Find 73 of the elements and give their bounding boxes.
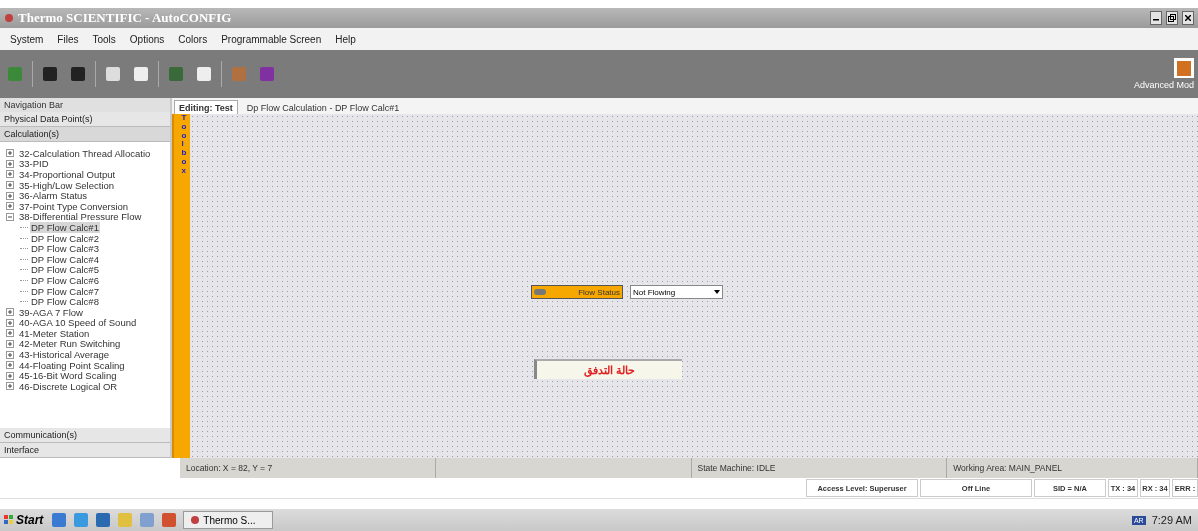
tree-item[interactable]: 39-AGA 7 Flow [18,306,84,318]
dropdown-arrow-icon [714,290,720,294]
tree-item[interactable]: 35-High/Low Selection [18,179,116,191]
close-button[interactable] [1182,11,1194,25]
expand-icon[interactable] [6,382,14,391]
arabic-text: حالة التدفق [583,363,636,377]
expand-icon[interactable] [6,318,14,327]
expand-icon[interactable] [6,361,14,370]
status-label-widget[interactable]: Flow Status [531,285,623,299]
taskbar-button[interactable]: Thermo S... [183,511,274,529]
expand-icon[interactable] [6,159,14,168]
tree-item[interactable]: DP Flow Calc#2 [30,232,100,244]
tree-item[interactable]: 40-AGA 10 Speed of Sound [18,317,138,329]
tree-item[interactable]: DP Flow Calc#1 [30,221,100,233]
tree-item[interactable]: 41-Meter Station [18,327,91,339]
expand-icon[interactable] [6,340,14,348]
tree-item[interactable]: DP Flow Calc#4 [30,253,100,265]
section-header[interactable]: Calculation(s) [0,127,170,142]
tree-item[interactable]: DP Flow Calc#8 [30,296,100,308]
expand-icon[interactable] [6,181,14,190]
status-label-text: Flow Status [578,287,620,297]
collapse-icon[interactable] [6,212,14,221]
section-header[interactable]: Communication(s) [0,428,170,443]
expand-icon[interactable] [6,308,14,317]
editor-tab[interactable]: Dp Flow Calculation - DP Flow Calc#1 [241,100,405,114]
tree-item[interactable]: DP Flow Calc#3 [30,243,100,255]
navigation-title: Navigation Bar [0,98,170,112]
expand-icon[interactable] [6,170,14,179]
tree-item[interactable]: 38-Differential Pressure Flow [18,211,143,223]
tree-item[interactable]: DP Flow Calc#6 [30,274,100,286]
expand-icon[interactable] [6,149,14,158]
editor-tab[interactable]: Editing: Test [174,100,238,114]
tree-item[interactable]: 46-Discrete Logical OR [18,380,119,392]
link-icon [534,289,546,295]
menu-item[interactable]: Files [57,33,79,45]
tree-item[interactable]: 45-16-Bit Word Scaling [18,370,118,382]
status-dropdown[interactable]: Not Flowing [630,285,723,299]
restore-button[interactable] [1166,11,1178,25]
menu-item[interactable]: Options [129,33,165,45]
menu-item[interactable]: Tools [92,33,116,45]
restore-icon [1168,14,1176,22]
clock: 7:29 AM [1151,514,1192,526]
expand-icon[interactable] [6,371,14,380]
tree-item[interactable]: 44-Floating Point Scaling [18,359,126,371]
minimize-button[interactable] [1150,11,1162,25]
text-widget[interactable]: حالة التدفق [534,359,682,379]
windows-logo-icon [4,515,14,525]
tree-item[interactable]: DP Flow Calc#7 [30,285,100,297]
toolbox-strip[interactable]: Toolbox [172,114,190,458]
tree-item[interactable]: 34-Proportional Output [18,169,117,180]
tree-item[interactable]: 33-PID [18,158,50,170]
start-button[interactable]: Start [2,510,46,530]
close-icon [1185,15,1191,21]
expand-icon[interactable] [6,191,14,200]
tree-item[interactable]: 32-Calculation Thread Allocatio [18,147,152,159]
app-logo-icon [4,13,14,23]
tree-item[interactable]: 42-Meter Run Switching [18,338,122,350]
expand-icon[interactable] [6,350,14,359]
mode-label: Advanced Mod [1133,80,1194,90]
tree-item[interactable]: 43-Historical Average [18,349,111,361]
expand-icon[interactable] [6,329,14,338]
app-logo-icon [190,515,201,525]
expand-icon[interactable] [6,202,14,211]
section-header[interactable]: Interface [0,443,170,458]
tree-item[interactable]: 36-Alarm Status [18,190,89,202]
menu-item[interactable]: Colors [178,33,208,45]
section-header[interactable]: Physical Data Point(s) [0,112,170,127]
menu-item[interactable]: Help [335,33,356,45]
tree-item[interactable]: 37-Point Type Conversion [18,200,130,212]
menu-item[interactable]: Programmable Screen [221,33,322,45]
window-title: Thermo SCIENTIFIC - AutoCONFIG [18,10,233,26]
tree-item[interactable]: DP Flow Calc#5 [30,264,100,276]
menu-item[interactable]: System [10,33,44,45]
